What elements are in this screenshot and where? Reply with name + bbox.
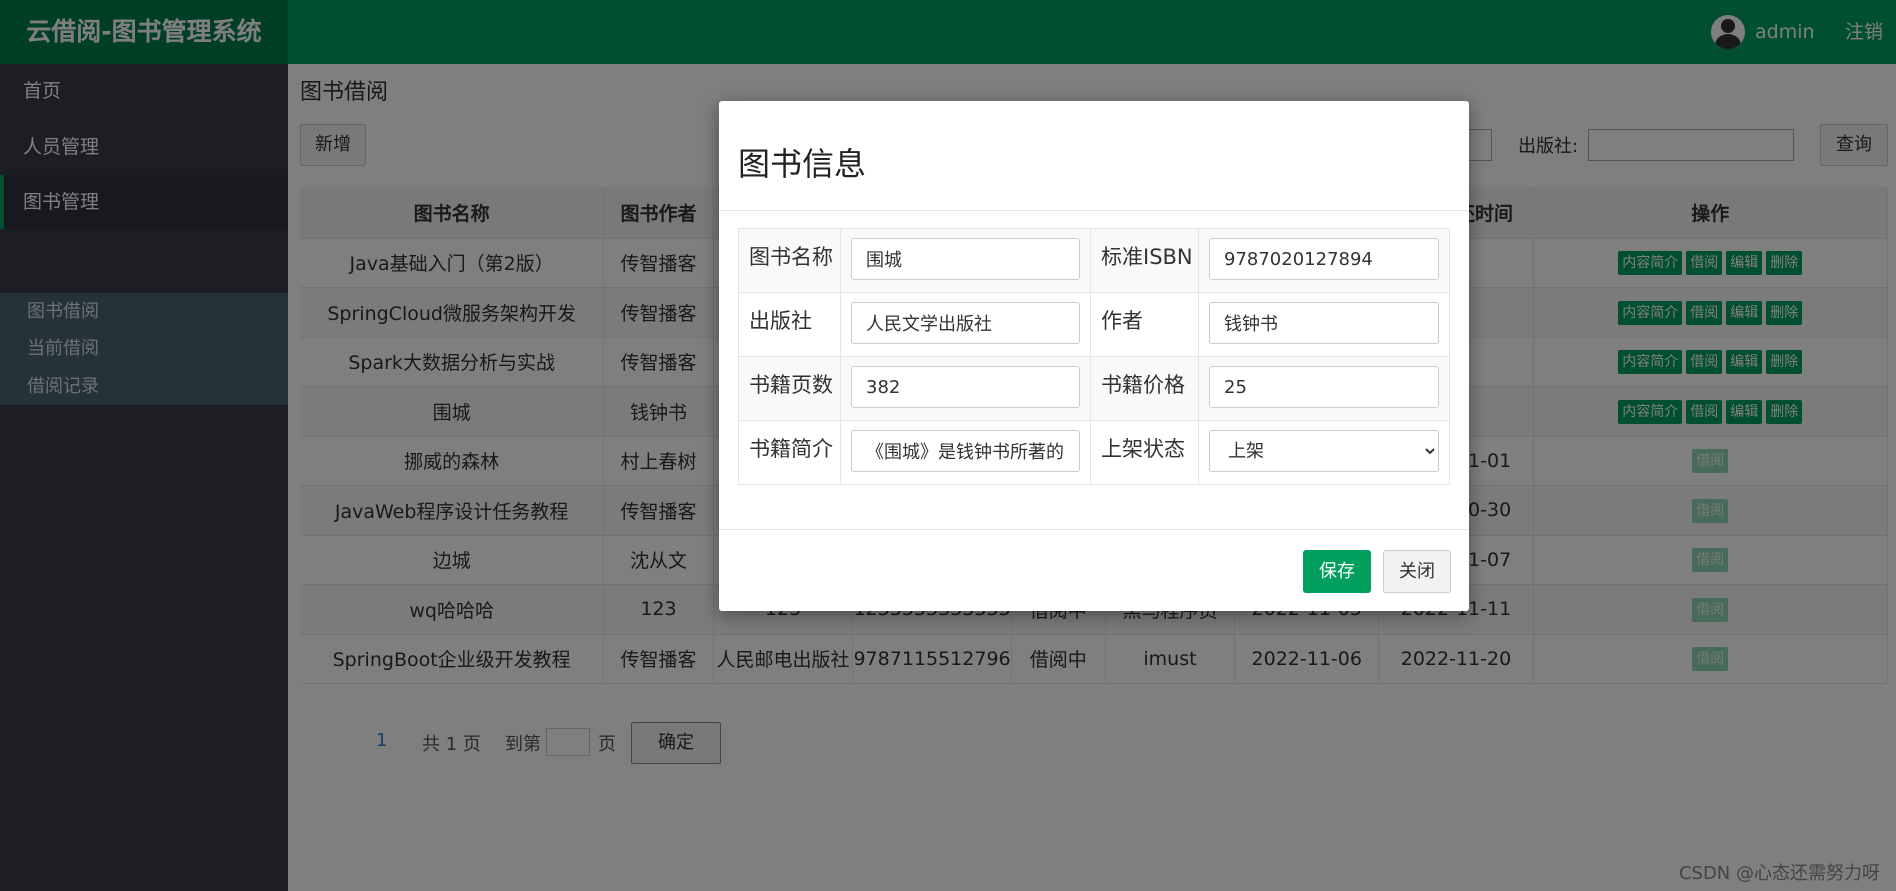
modal-header-divider <box>719 210 1469 211</box>
book-info-modal: 图书信息 图书名称 标准ISBN 出版社 作者 书籍页数 书籍价格 书籍简介 上… <box>719 101 1469 611</box>
book-name-input[interactable] <box>851 238 1080 280</box>
intro-input[interactable] <box>851 430 1080 472</box>
isbn-input[interactable] <box>1209 238 1439 280</box>
pages-input[interactable] <box>851 366 1080 408</box>
pages-label: 书籍页数 <box>738 356 841 421</box>
save-button[interactable]: 保存 <box>1303 550 1371 593</box>
book-form: 图书名称 标准ISBN 出版社 作者 书籍页数 书籍价格 书籍简介 上架状态 上… <box>738 228 1450 485</box>
isbn-label: 标准ISBN <box>1090 228 1199 293</box>
shelf-status-label: 上架状态 <box>1090 420 1199 485</box>
shelf-status-select[interactable]: 上架 <box>1209 430 1439 472</box>
publisher-label: 出版社 <box>738 292 841 357</box>
modal-title: 图书信息 <box>738 145 867 183</box>
price-label: 书籍价格 <box>1090 356 1199 421</box>
book-name-label: 图书名称 <box>738 228 841 293</box>
author-label: 作者 <box>1090 292 1199 357</box>
price-input[interactable] <box>1209 366 1439 408</box>
publisher-input[interactable] <box>851 302 1080 344</box>
modal-footer-divider <box>719 529 1469 530</box>
close-button[interactable]: 关闭 <box>1383 550 1451 593</box>
intro-label: 书籍简介 <box>738 420 841 485</box>
author-input[interactable] <box>1209 302 1439 344</box>
watermark: CSDN @心态还需努力呀 <box>1678 863 1880 884</box>
